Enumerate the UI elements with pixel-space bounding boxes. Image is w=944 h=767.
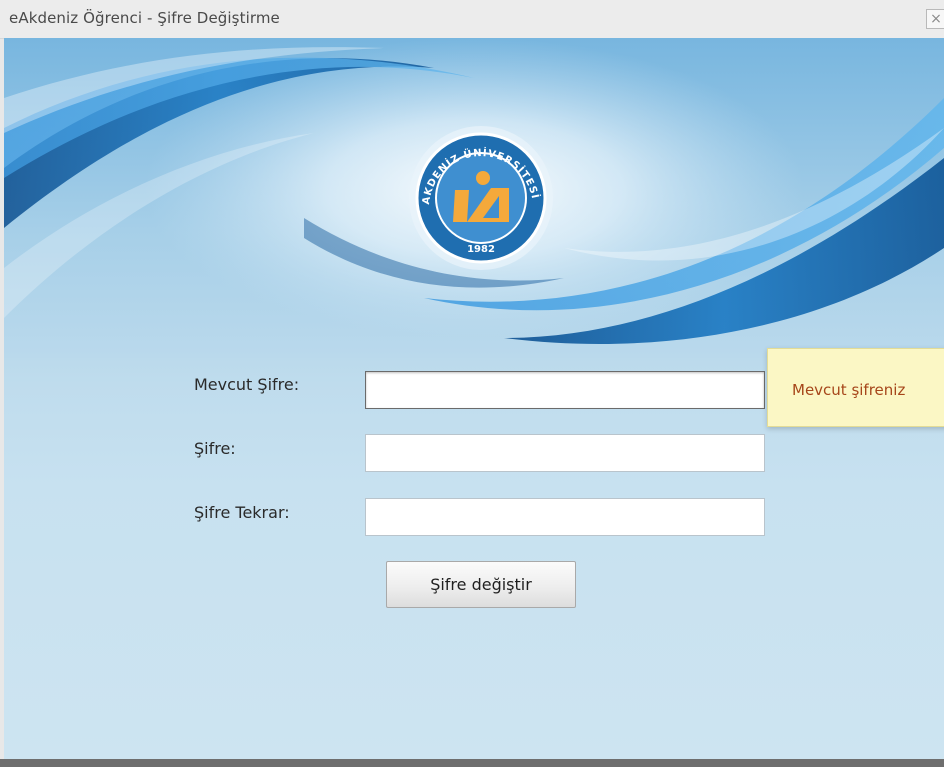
new-password-input[interactable]	[365, 434, 765, 472]
repeat-password-input[interactable]	[365, 498, 765, 536]
university-logo: AKDENİZ ÜNİVERSİTESİ 1982	[409, 126, 553, 270]
password-change-window: eAkdeniz Öğrenci - Şifre Değiştirme × AK…	[0, 0, 944, 767]
logo-year: 1982	[467, 244, 495, 255]
tooltip-text: Mevcut şifreniz	[792, 381, 906, 399]
current-password-input[interactable]	[365, 371, 765, 409]
repeat-password-label: Şifre Tekrar:	[194, 503, 290, 522]
window-title: eAkdeniz Öğrenci - Şifre Değiştirme	[9, 9, 280, 27]
validation-tooltip: Mevcut şifreniz	[767, 348, 944, 427]
close-button[interactable]: ×	[926, 9, 944, 29]
change-password-button[interactable]: Şifre değiştir	[386, 561, 576, 608]
close-icon: ×	[930, 11, 942, 27]
dialog-content: AKDENİZ ÜNİVERSİTESİ 1982 Mevcut Şifre: …	[4, 38, 944, 759]
current-password-label: Mevcut Şifre:	[194, 375, 300, 394]
window-bottom-border	[0, 759, 944, 767]
new-password-label: Şifre:	[194, 439, 236, 458]
title-bar: eAkdeniz Öğrenci - Şifre Değiştirme ×	[0, 0, 944, 39]
